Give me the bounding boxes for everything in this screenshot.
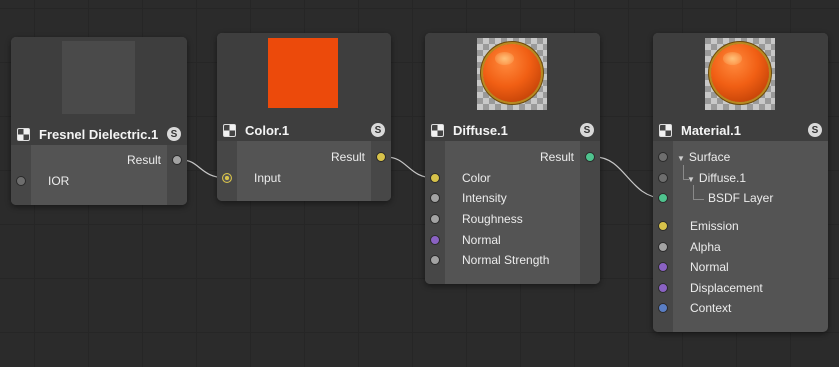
output-label: Result xyxy=(539,150,574,164)
input-strip xyxy=(217,141,237,201)
input-label-displacement: Displacement xyxy=(690,281,763,295)
output-strip xyxy=(580,141,600,284)
node-type-icon xyxy=(223,123,236,137)
input-label-ior: IOR xyxy=(48,174,70,188)
input-port-normal[interactable] xyxy=(658,262,668,272)
input-port-diffuse-layer[interactable] xyxy=(658,173,668,183)
layer-bsdf-label[interactable]: BSDF Layer xyxy=(708,191,773,205)
input-port-surface[interactable] xyxy=(658,152,668,162)
layer-surface-label: Surface xyxy=(688,150,731,164)
input-port-alpha[interactable] xyxy=(658,242,668,252)
input-label-normal-strength: Normal Strength xyxy=(462,253,550,267)
preview-sphere xyxy=(483,44,541,102)
output-label: Result xyxy=(330,150,365,164)
input-port-color[interactable] xyxy=(430,173,440,183)
node-title: Diffuse.1 xyxy=(453,122,508,138)
node-type-icon xyxy=(659,123,672,137)
node-preview xyxy=(217,33,391,119)
node-titlebar[interactable]: Color.1 S xyxy=(217,119,391,141)
material-preview xyxy=(477,38,547,110)
input-port-emission[interactable] xyxy=(658,221,668,231)
input-label-normal: Normal xyxy=(462,233,501,247)
input-label-input: Input xyxy=(254,171,281,185)
input-label-alpha: Alpha xyxy=(690,240,721,254)
material-preview xyxy=(705,38,775,110)
color-swatch xyxy=(268,38,338,108)
output-strip xyxy=(167,145,187,205)
input-port-context[interactable] xyxy=(658,303,668,313)
output-port[interactable] xyxy=(376,152,386,162)
input-label-context: Context xyxy=(690,301,732,315)
input-port-displacement[interactable] xyxy=(658,283,668,293)
node-diffuse[interactable]: Diffuse.1 S Result Color Intensity Rough… xyxy=(425,33,600,284)
input-label-color: Color xyxy=(462,171,491,185)
input-port-ior[interactable] xyxy=(16,176,26,186)
layer-diffuse-label: Diffuse.1 xyxy=(698,171,747,185)
node-titlebar[interactable]: Fresnel Dielectric.1 S xyxy=(11,123,187,145)
solo-button[interactable]: S xyxy=(808,123,822,137)
node-type-icon xyxy=(431,123,444,137)
input-label-emission: Emission xyxy=(690,219,739,233)
node-preview xyxy=(653,33,828,119)
solo-button[interactable]: S xyxy=(167,127,181,141)
tree-connector xyxy=(693,185,704,200)
node-titlebar[interactable]: Material.1 S xyxy=(653,119,828,141)
input-port-intensity[interactable] xyxy=(430,193,440,203)
node-titlebar[interactable]: Diffuse.1 S xyxy=(425,119,600,141)
expand-triangle-icon[interactable]: ▼ xyxy=(687,175,695,184)
node-title: Color.1 xyxy=(245,122,290,138)
input-port-roughness[interactable] xyxy=(430,214,440,224)
layer-surface[interactable]: ▼ Surface xyxy=(677,150,730,164)
preview-sphere xyxy=(711,44,769,102)
input-strip xyxy=(11,145,31,205)
node-preview xyxy=(11,37,187,123)
node-title: Fresnel Dielectric.1 xyxy=(39,126,159,142)
expand-triangle-icon[interactable]: ▼ xyxy=(677,154,685,163)
node-preview xyxy=(425,33,600,119)
preview-swatch xyxy=(62,41,135,114)
solo-button[interactable]: S xyxy=(371,123,385,137)
input-label-roughness: Roughness xyxy=(462,212,523,226)
node-fresnel-dielectric[interactable]: Fresnel Dielectric.1 S Result IOR xyxy=(11,37,187,205)
input-label-intensity: Intensity xyxy=(462,191,507,205)
layer-diffuse[interactable]: ▼ Diffuse.1 xyxy=(687,171,746,185)
input-port-normal-strength[interactable] xyxy=(430,255,440,265)
input-port-bsdf-layer[interactable] xyxy=(658,193,668,203)
solo-button[interactable]: S xyxy=(580,123,594,137)
node-color[interactable]: Color.1 S Result Input xyxy=(217,33,391,201)
output-strip xyxy=(371,141,391,201)
input-label-normal: Normal xyxy=(690,260,729,274)
output-port[interactable] xyxy=(172,155,182,165)
output-port[interactable] xyxy=(585,152,595,162)
node-type-icon xyxy=(17,127,30,141)
output-label: Result xyxy=(126,153,161,167)
input-port-input[interactable] xyxy=(222,173,232,183)
node-title: Material.1 xyxy=(681,122,741,138)
node-material[interactable]: Material.1 S ▼ Surface ▼ Diffuse.1 BSDF La… xyxy=(653,33,828,332)
input-port-normal[interactable] xyxy=(430,235,440,245)
